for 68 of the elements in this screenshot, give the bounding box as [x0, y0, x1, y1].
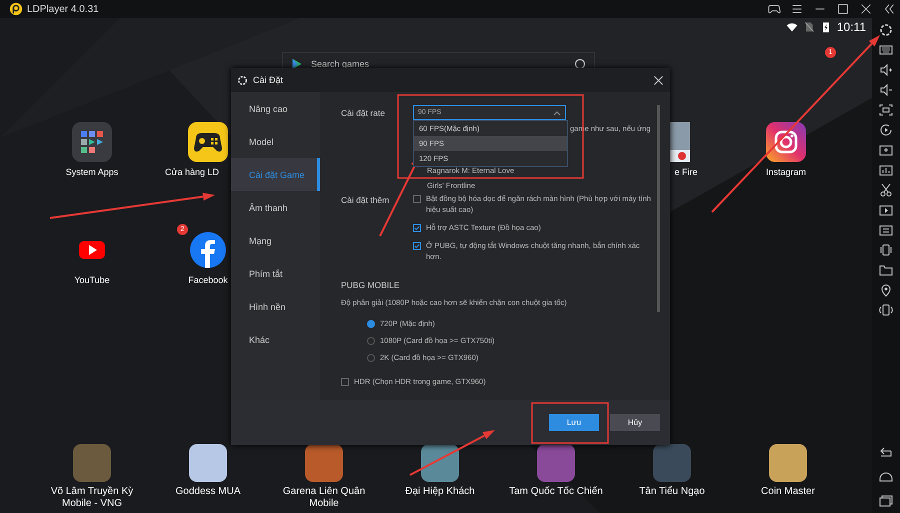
app-label: Coin Master	[761, 486, 815, 498]
game-icon[interactable]	[189, 444, 227, 482]
checkbox[interactable]	[413, 195, 421, 203]
search-icon	[574, 58, 586, 70]
settings-tab[interactable]: Mạng	[231, 224, 320, 257]
app-icon[interactable]	[766, 122, 806, 162]
settings-tab[interactable]: Nâng cao	[231, 92, 320, 125]
radio-button[interactable]	[367, 336, 375, 344]
app-label: Đại Hiệp Khách	[405, 486, 475, 498]
checkbox[interactable]	[413, 224, 421, 232]
gamepad-icon[interactable]	[767, 2, 781, 16]
volume-down-icon[interactable]	[878, 82, 894, 98]
app-icon[interactable]	[190, 232, 226, 268]
settings-tab[interactable]: Phím tắt	[231, 257, 320, 290]
maximize-icon[interactable]	[836, 2, 850, 16]
checkbox[interactable]	[413, 242, 421, 250]
search-field[interactable]: Search games	[311, 58, 566, 68]
close-icon[interactable]	[859, 2, 873, 16]
scissors-icon[interactable]	[878, 182, 894, 198]
scrollbar[interactable]	[657, 105, 660, 312]
shake-icon[interactable]	[878, 242, 894, 258]
app-label: Tam Quốc Tốc Chiến	[509, 486, 603, 498]
game-icon[interactable]	[769, 444, 807, 482]
app-icon[interactable]	[72, 122, 112, 162]
fullscreen-icon[interactable]	[878, 102, 894, 118]
app-label: e Fire	[674, 167, 698, 177]
no-sim-icon	[802, 21, 815, 33]
cancel-button[interactable]: Hủy	[610, 414, 660, 431]
settings-tab[interactable]: Hình nền	[231, 290, 320, 323]
app-label: System Apps	[66, 167, 118, 177]
app-label: Võ Lâm Truyền Kỳ Mobile - VNG	[50, 486, 134, 510]
settings-icon	[237, 74, 248, 86]
record-icon[interactable]	[878, 122, 894, 138]
app-icon[interactable]	[668, 122, 690, 162]
app-label: Goddess MUA	[175, 486, 241, 498]
app-icon[interactable]	[188, 122, 228, 162]
app-label: Instagram	[766, 167, 806, 177]
settings-tab[interactable]: Model	[231, 125, 320, 158]
checkbox[interactable]	[341, 378, 349, 386]
app-label: Garena Liên Quân Mobile	[282, 486, 366, 510]
caret-icon	[553, 110, 561, 116]
settings-tab[interactable]: Khác	[231, 323, 320, 356]
app-label: YouTube	[74, 275, 110, 285]
menu-icon[interactable]	[790, 2, 804, 16]
window-title: LDPlayer 4.0.31	[27, 4, 100, 14]
recent-apps-icon[interactable]	[878, 493, 894, 509]
wifi-icon	[786, 21, 798, 33]
app-label: Facebook	[188, 275, 228, 285]
clock-time: 10:11	[836, 20, 866, 34]
settings-tab[interactable]: Âm thanh	[231, 191, 320, 224]
save-button[interactable]: Lưu	[549, 414, 599, 431]
volume-up-icon[interactable]	[878, 62, 894, 78]
rotate-icon[interactable]	[878, 302, 894, 318]
app-grid-icon	[81, 131, 103, 153]
radio-button[interactable]	[367, 354, 375, 362]
setting-label: Cài đặt thêm	[341, 194, 390, 207]
play-store-icon	[291, 58, 303, 70]
radio-button[interactable]	[367, 320, 375, 328]
dialog-title: Cài Đặt	[253, 75, 284, 85]
app-logo-icon	[9, 2, 23, 16]
app-label: Tân Tiểu Ngạo	[639, 486, 705, 498]
close-icon[interactable]	[653, 74, 664, 86]
settings-icon[interactable]	[878, 22, 894, 38]
collapse-icon[interactable]	[882, 2, 896, 16]
section-title: PUBG MOBILE	[341, 280, 401, 290]
app-label: Cửa hàng LD	[164, 167, 220, 177]
app-icon[interactable]	[79, 241, 105, 259]
setting-label: Cài đặt rate	[341, 107, 386, 120]
